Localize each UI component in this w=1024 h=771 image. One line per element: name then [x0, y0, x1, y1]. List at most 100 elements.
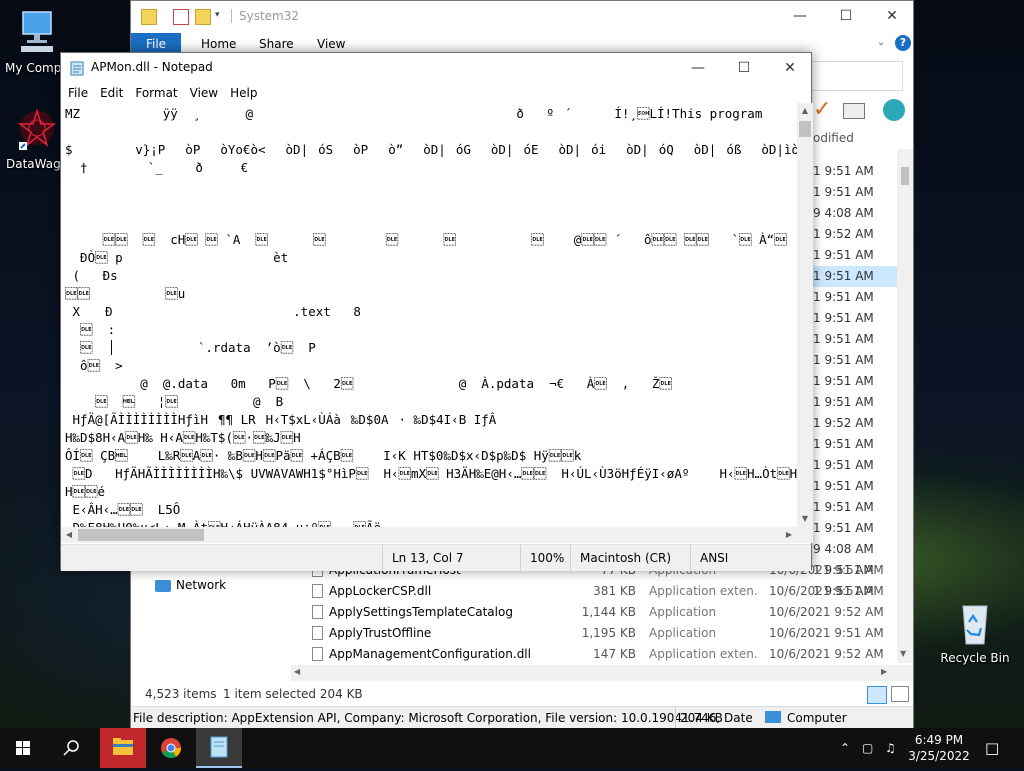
- explorer-vertical-scrollbar[interactable]: ▼: [897, 149, 913, 663]
- notepad-text-area[interactable]: MZ    ÿÿ ¸ @ ð º´ Í!¸LÍ!This progra…: [61, 103, 797, 527]
- search-box[interactable]: [801, 61, 903, 91]
- navigation-pane: Network: [131, 566, 291, 666]
- taskbar: ⌃ ▢ ♫ 6:49 PM 3/25/2022 □: [0, 728, 1024, 768]
- file-row[interactable]: AppLockerCSP.dll 381 KB Application exten.…: [306, 581, 886, 602]
- date-modified-cell[interactable]: 1 9:51 AM: [813, 245, 898, 266]
- date-modified-cell[interactable]: 1 9:51 AM: [813, 392, 898, 413]
- date-modified-cell[interactable]: 1 9:51 AM: [813, 434, 898, 455]
- notepad-vertical-scrollbar[interactable]: ▲ ▼: [797, 103, 813, 527]
- scrollbar-thumb[interactable]: [901, 167, 909, 185]
- date-modified-cell[interactable]: 9 4:08 AM: [813, 203, 898, 224]
- scroll-left-arrow[interactable]: ◀: [61, 527, 77, 543]
- scroll-down-arrow[interactable]: ▼: [900, 649, 906, 658]
- scroll-left-arrow[interactable]: ◀: [294, 667, 300, 676]
- file-icon: [312, 584, 323, 598]
- menu-edit[interactable]: Edit: [94, 83, 129, 103]
- date-modified-cell[interactable]: 1 9:51 AM: [813, 182, 898, 203]
- scroll-up-arrow[interactable]: ▲: [797, 103, 813, 119]
- recycle-bin-icon: [962, 605, 988, 645]
- notepad-minimize-button[interactable]: —: [675, 53, 721, 83]
- explorer-minimize-button[interactable]: —: [777, 1, 823, 31]
- date-modified-cell[interactable]: 1 9:51 AM: [813, 476, 898, 497]
- line-ending: Macintosh (CR): [570, 545, 671, 571]
- date-modified-cell[interactable]: 1 9:51 AM: [813, 350, 898, 371]
- notifications-icon[interactable]: □: [985, 728, 999, 768]
- large-icons-view-icon[interactable]: [891, 686, 909, 702]
- menu-file[interactable]: File: [61, 83, 94, 103]
- date-modified-cell[interactable]: 9 4:08 AM: [813, 539, 898, 560]
- date-modified-cell[interactable]: 1 9:51 AM: [813, 371, 898, 392]
- menu-format[interactable]: Format: [129, 83, 183, 103]
- network-status-icon[interactable]: ▢: [862, 728, 873, 768]
- taskbar-chrome[interactable]: [148, 728, 194, 768]
- date-modified-cell[interactable]: 1 9:51 AM: [813, 329, 898, 350]
- file-row[interactable]: ApplySettingsTemplateCatalog 1,144 KB Appl…: [306, 602, 886, 623]
- check-icon[interactable]: ✓: [813, 99, 831, 121]
- explorer-maximize-button[interactable]: ☐: [823, 1, 869, 31]
- scrollbar-thumb[interactable]: [799, 121, 811, 137]
- search-button[interactable]: [48, 728, 94, 768]
- date-modified-cell[interactable]: 1 9:51 AM: [813, 161, 898, 182]
- menu-view[interactable]: View: [184, 83, 224, 103]
- scroll-right-arrow[interactable]: ▶: [781, 527, 797, 543]
- show-hidden-icons-icon[interactable]: ⌃: [840, 728, 850, 768]
- file-name: AppLockerCSP.dll: [329, 584, 432, 598]
- file-date: 10/6/2021 9:51 AM: [769, 626, 884, 640]
- notepad-close-button[interactable]: ✕: [767, 53, 813, 83]
- menu-help[interactable]: Help: [224, 83, 263, 103]
- notepad-menu-bar: File Edit Format View Help: [61, 83, 811, 103]
- properties-icon[interactable]: [173, 9, 189, 25]
- explorer-close-button[interactable]: ✕: [869, 1, 915, 31]
- desktop-icon-recycle-bin[interactable]: Recycle Bin: [938, 600, 1012, 665]
- file-size: 381 KB: [593, 584, 636, 598]
- start-button[interactable]: [0, 728, 46, 768]
- notepad-icon: [210, 736, 228, 758]
- date-modified-cell[interactable]: 1 9:51 AM: [813, 266, 898, 287]
- date-modified-cell[interactable]: 1 9:52 AM: [813, 224, 898, 245]
- scroll-right-arrow[interactable]: ▶: [881, 667, 887, 676]
- explorer-title-bar[interactable]: ▾ System32 — ☐ ✕: [131, 1, 913, 31]
- date-modified-cell[interactable]: 1 9:51 AM: [813, 455, 898, 476]
- taskbar-notepad[interactable]: [196, 728, 242, 768]
- rename-icon[interactable]: [843, 103, 865, 119]
- customize-quick-access-icon[interactable]: ▾: [215, 10, 220, 20]
- notepad-window[interactable]: APMon.dll - Notepad — ☐ ✕ File Edit Format…: [60, 52, 813, 571]
- file-name: ApplySettingsTemplateCatalog: [329, 605, 513, 619]
- file-row[interactable]: ApplyTrustOffline 1,195 KB Application 10/6…: [306, 623, 886, 644]
- computer-icon: [21, 11, 53, 52]
- file-description-size: 204 KB: [675, 707, 723, 729]
- datawagon-icon: [17, 108, 57, 150]
- volume-icon[interactable]: ♫: [885, 728, 896, 768]
- properties-globe-icon[interactable]: [883, 99, 905, 121]
- encoding: ANSI: [690, 545, 728, 571]
- file-row[interactable]: AppManagementConfiguration.dll 147 KB Appl…: [306, 644, 886, 665]
- scrollbar-thumb[interactable]: [78, 529, 204, 541]
- date-modified-cell[interactable]: 1 9:51 AM: [813, 308, 898, 329]
- clock-time: 6:49 PM: [914, 733, 964, 747]
- nav-item-network[interactable]: Network: [176, 578, 226, 592]
- date-modified-cell[interactable]: 1 9:51 AM: [813, 287, 898, 308]
- new-folder-icon[interactable]: [195, 9, 211, 25]
- ribbon-expand-icon[interactable]: ⌄: [877, 37, 885, 48]
- column-header-date-modified[interactable]: odified: [813, 131, 854, 145]
- date-modified-cell[interactable]: 1 9:52 AM: [813, 413, 898, 434]
- date-modified-cell[interactable]: 1 9:51 AM: [813, 497, 898, 518]
- file-description-location: Computer: [787, 711, 847, 725]
- zoom-level: 100%: [520, 545, 564, 571]
- computer-small-icon: [765, 711, 781, 723]
- details-view-icon[interactable]: [867, 686, 887, 704]
- notepad-content[interactable]: MZ    ÿÿ ¸ @ ð º´ Í!¸LÍ!This progra…: [61, 103, 797, 527]
- explorer-horizontal-scrollbar[interactable]: ◀ ▶: [291, 665, 913, 681]
- help-icon[interactable]: ?: [895, 35, 911, 51]
- taskbar-clock[interactable]: 6:49 PM 3/25/2022: [906, 732, 972, 764]
- notepad-horizontal-scrollbar[interactable]: ◀ ▶: [61, 527, 797, 543]
- taskbar-file-explorer[interactable]: [100, 728, 146, 768]
- file-date: 10/6/2021 9:51 AM: [769, 584, 884, 598]
- date-modified-cell[interactable]: 1 9:51 AM: [813, 518, 898, 539]
- search-icon: [63, 740, 79, 756]
- folder-icon: [141, 9, 157, 25]
- notepad-maximize-button[interactable]: ☐: [721, 53, 767, 83]
- scroll-down-arrow[interactable]: ▼: [797, 511, 813, 527]
- chrome-icon: [161, 738, 182, 759]
- notepad-title-bar[interactable]: APMon.dll - Notepad — ☐ ✕: [61, 53, 811, 83]
